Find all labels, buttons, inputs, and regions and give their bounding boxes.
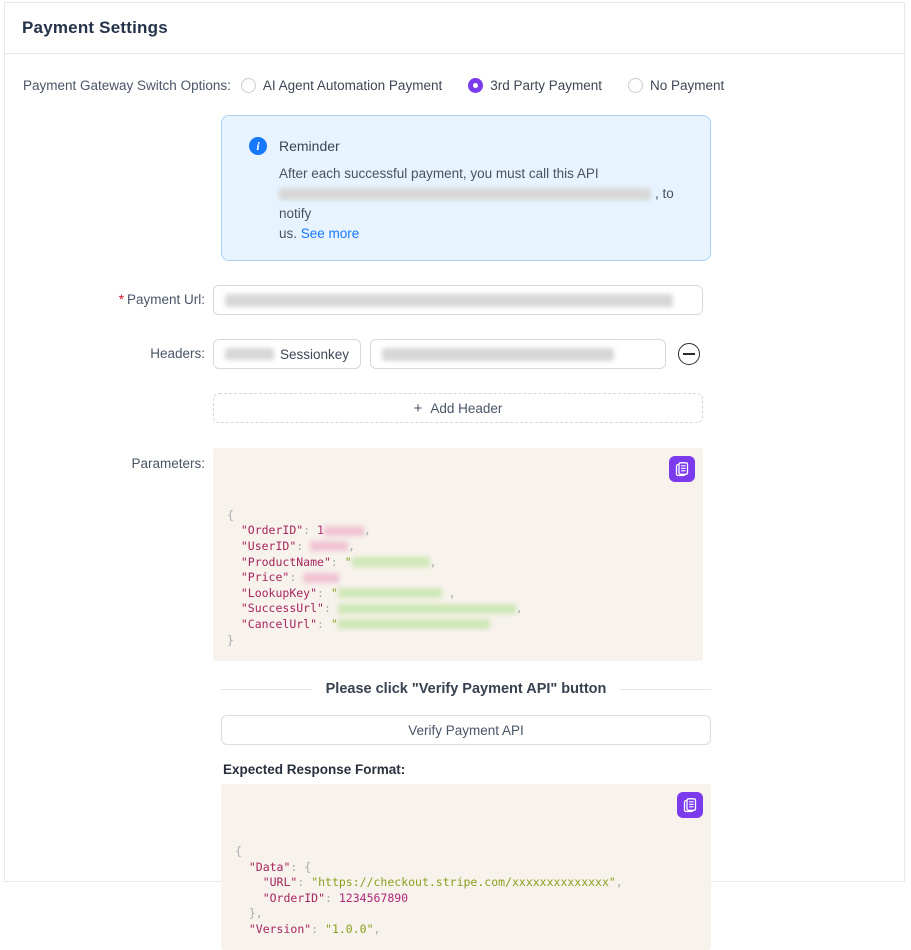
radio-label: No Payment (650, 78, 724, 93)
redacted-payment-url (225, 294, 673, 307)
payment-settings-card: Payment Settings Payment Gateway Switch … (4, 2, 905, 882)
headers-label: Headers: (5, 339, 213, 369)
payment-url-row: *Payment Url: (5, 285, 904, 315)
radio-circle-icon[interactable] (241, 78, 256, 93)
header-key-input[interactable]: Sessionkey (213, 339, 361, 369)
radio-label: 3rd Party Payment (490, 78, 602, 93)
parameters-code-block: { "OrderID": 1, "UserID": , "ProductName… (213, 448, 703, 661)
divider-line (620, 689, 711, 690)
divider-line (221, 689, 312, 690)
radio-3rd-party-payment[interactable]: 3rd Party Payment (468, 78, 602, 93)
copy-icon[interactable] (677, 792, 703, 818)
page-title: Payment Settings (22, 18, 168, 38)
redacted-header-value (382, 348, 614, 361)
headers-row: Headers: Sessionkey (5, 339, 904, 369)
radio-circle-icon[interactable] (628, 78, 643, 93)
parameters-row: Parameters: { "OrderID": 1, "UserID": , … (5, 448, 904, 661)
gateway-switch-row: Payment Gateway Switch Options: AI Agent… (5, 78, 904, 93)
reminder-line3-prefix: us. (279, 226, 297, 241)
radio-label: AI Agent Automation Payment (263, 78, 442, 93)
payment-url-input[interactable] (213, 285, 703, 315)
reminder-alert: i Reminder After each successful payment… (221, 115, 711, 261)
payment-url-label: *Payment Url: (5, 285, 213, 315)
header-value-input[interactable] (370, 339, 666, 369)
verify-instruction-text: Please click "Verify Payment API" button (326, 681, 607, 697)
response-code-row: { "Data": { "URL": "https://checkout.str… (221, 784, 904, 950)
parameters-label: Parameters: (5, 448, 213, 472)
reminder-header: i Reminder (249, 137, 684, 155)
card-header: Payment Settings (5, 3, 904, 54)
add-header-button[interactable]: + Add Header (213, 393, 703, 423)
see-more-link[interactable]: See more (301, 226, 360, 241)
redacted-api-url (279, 188, 651, 200)
response-code-block: { "Data": { "URL": "https://checkout.str… (221, 784, 711, 950)
radio-no-payment[interactable]: No Payment (628, 78, 724, 93)
radio-circle-icon[interactable] (468, 78, 483, 93)
reminder-title: Reminder (279, 138, 340, 154)
gateway-switch-label: Payment Gateway Switch Options: (23, 78, 231, 93)
reminder-line1: After each successful payment, you must … (279, 166, 599, 181)
redacted-header-key-prefix (225, 348, 274, 360)
header-key-text: Sessionkey (280, 347, 349, 362)
expected-response-label: Expected Response Format: (223, 762, 904, 777)
card-body: Payment Gateway Switch Options: AI Agent… (5, 54, 904, 950)
verify-instruction-divider: Please click "Verify Payment API" button (221, 681, 711, 697)
add-header-label: Add Header (430, 401, 502, 416)
radio-ai-agent-automation-payment[interactable]: AI Agent Automation Payment (241, 78, 442, 93)
required-asterisk: * (119, 292, 124, 307)
add-header-row: + Add Header (5, 393, 904, 423)
gateway-radio-group: AI Agent Automation Payment 3rd Party Pa… (241, 78, 724, 93)
remove-header-button[interactable] (678, 343, 700, 365)
plus-icon: + (414, 400, 423, 417)
info-icon: i (249, 137, 267, 155)
reminder-text: After each successful payment, you must … (279, 164, 684, 244)
verify-payment-api-button[interactable]: Verify Payment API (221, 715, 711, 745)
copy-icon[interactable] (669, 456, 695, 482)
